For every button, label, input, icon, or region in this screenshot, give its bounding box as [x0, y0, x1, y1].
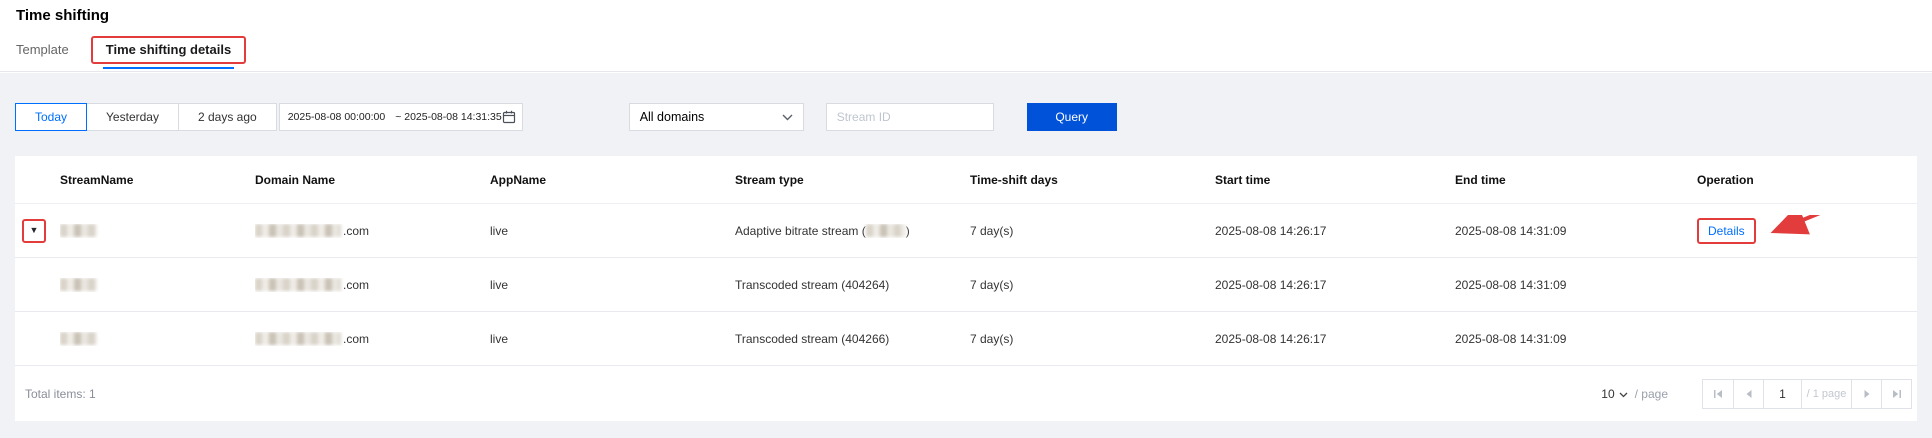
- end-time-cell: 2025-08-08 14:31:09: [1455, 224, 1697, 238]
- table-row: .com live Transcoded stream (404266) 7 d…: [15, 312, 1917, 366]
- annotation-box-active-tab: Time shifting details: [91, 36, 246, 64]
- column-header-end-time: End time: [1455, 173, 1697, 187]
- stream-type-prefix: Adaptive bitrate stream (: [735, 224, 866, 238]
- stream-type-cell: Transcoded stream (404264): [735, 278, 970, 292]
- redacted-template-id: [866, 224, 906, 237]
- time-shift-days-cell: 7 day(s): [970, 224, 1215, 238]
- domain-name-cell: .com: [255, 224, 490, 238]
- page-count-label: / 1 page: [1801, 380, 1851, 408]
- quick-range-yesterday-button[interactable]: Yesterday: [86, 103, 179, 131]
- annotation-arrow: [1764, 215, 1826, 240]
- page-size-select[interactable]: 10 / page: [1601, 387, 1668, 401]
- app-name-cell: live: [490, 224, 735, 238]
- stream-name-cell: [60, 332, 255, 346]
- current-page-input[interactable]: 1: [1763, 380, 1801, 408]
- domain-suffix: .com: [343, 332, 369, 346]
- app-name-cell: live: [490, 278, 735, 292]
- table-row: .com live Transcoded stream (404264) 7 d…: [15, 258, 1917, 312]
- first-page-button[interactable]: [1703, 380, 1733, 408]
- column-header-domain-name: Domain Name: [255, 173, 490, 187]
- start-time-cell: 2025-08-08 14:26:17: [1215, 224, 1455, 238]
- domain-suffix: .com: [343, 224, 369, 238]
- content-area: Today Yesterday 2 days ago 2025-08-08 00…: [0, 73, 1932, 438]
- quick-range-today-button[interactable]: Today: [15, 103, 87, 131]
- time-shift-table: StreamName Domain Name AppName Stream ty…: [15, 156, 1917, 421]
- annotation-box-details: Details: [1697, 218, 1756, 244]
- app-name-cell: live: [490, 332, 735, 346]
- date-range-picker[interactable]: 2025-08-08 00:00:00 ~ 2025-08-08 14:31:3…: [279, 103, 523, 131]
- page-size-value: 10: [1601, 387, 1614, 401]
- quick-range-2-days-ago-button[interactable]: 2 days ago: [178, 103, 277, 131]
- start-time-cell: 2025-08-08 14:26:17: [1215, 332, 1455, 346]
- annotation-box-expander: ▼: [22, 219, 46, 243]
- expander-cell: ▼: [15, 219, 60, 243]
- domain-select-value: All domains: [640, 110, 705, 124]
- redacted-domain: [255, 332, 341, 345]
- query-button[interactable]: Query: [1027, 103, 1117, 131]
- end-time-cell: 2025-08-08 14:31:09: [1455, 332, 1697, 346]
- prev-page-icon: [1744, 389, 1754, 399]
- expand-row-arrow-icon[interactable]: ▼: [30, 226, 39, 235]
- stream-type-cell: Transcoded stream (404266): [735, 332, 970, 346]
- table-header-row: StreamName Domain Name AppName Stream ty…: [15, 156, 1917, 204]
- stream-name-cell: [60, 224, 255, 238]
- time-shift-days-cell: 7 day(s): [970, 278, 1215, 292]
- per-page-label: / page: [1635, 387, 1668, 401]
- top-bar: Time shifting Template Time shifting det…: [0, 0, 1932, 72]
- redacted-stream-name: [60, 332, 97, 345]
- column-header-time-shift-days: Time-shift days: [970, 173, 1215, 187]
- stream-type-cell: Adaptive bitrate stream (): [735, 224, 970, 238]
- stream-type-suffix: ): [906, 224, 910, 238]
- domain-name-cell: .com: [255, 278, 490, 292]
- tab-template[interactable]: Template: [16, 42, 69, 63]
- pagination: 10 / page: [1601, 379, 1912, 409]
- table-footer: Total items: 1 10 / page: [15, 366, 1917, 421]
- total-items-label: Total items: 1: [25, 387, 96, 401]
- operation-cell: Details: [1697, 215, 1917, 246]
- column-header-streamname: StreamName: [60, 173, 255, 187]
- tab-time-shifting-details[interactable]: Time shifting details: [106, 42, 231, 57]
- last-page-button[interactable]: [1881, 380, 1911, 408]
- chevron-down-icon: [782, 114, 793, 121]
- next-page-button[interactable]: [1851, 380, 1881, 408]
- date-range-end: ~ 2025-08-08 14:31:35: [395, 111, 502, 123]
- filter-bar: Today Yesterday 2 days ago 2025-08-08 00…: [15, 103, 1917, 131]
- redacted-domain: [255, 278, 341, 291]
- first-page-icon: [1713, 389, 1723, 399]
- redacted-stream-name: [60, 224, 97, 237]
- calendar-icon[interactable]: [502, 110, 516, 124]
- domain-select[interactable]: All domains: [629, 103, 804, 131]
- start-time-cell: 2025-08-08 14:26:17: [1215, 278, 1455, 292]
- column-header-stream-type: Stream type: [735, 173, 970, 187]
- stream-id-input[interactable]: [826, 103, 994, 131]
- date-range-start: 2025-08-08 00:00:00: [288, 111, 386, 123]
- table-row: ▼ .com live Adaptive bitrate stream () 7…: [15, 204, 1917, 258]
- redacted-domain: [255, 224, 341, 237]
- column-header-operation: Operation: [1697, 173, 1917, 187]
- domain-suffix: .com: [343, 278, 369, 292]
- next-page-icon: [1862, 389, 1872, 399]
- chevron-down-icon: [1619, 392, 1628, 398]
- tab-bar: Template Time shifting details: [16, 33, 246, 71]
- details-link[interactable]: Details: [1708, 224, 1745, 238]
- domain-name-cell: .com: [255, 332, 490, 346]
- time-shift-days-cell: 7 day(s): [970, 332, 1215, 346]
- quick-range-group: Today Yesterday 2 days ago: [15, 103, 277, 131]
- end-time-cell: 2025-08-08 14:31:09: [1455, 278, 1697, 292]
- stream-name-cell: [60, 278, 255, 292]
- page-title: Time shifting: [16, 7, 109, 24]
- column-header-appname: AppName: [490, 173, 735, 187]
- last-page-icon: [1892, 389, 1902, 399]
- redacted-stream-name: [60, 278, 97, 291]
- column-header-start-time: Start time: [1215, 173, 1455, 187]
- pager: 1 / 1 page: [1702, 379, 1912, 409]
- prev-page-button[interactable]: [1733, 380, 1763, 408]
